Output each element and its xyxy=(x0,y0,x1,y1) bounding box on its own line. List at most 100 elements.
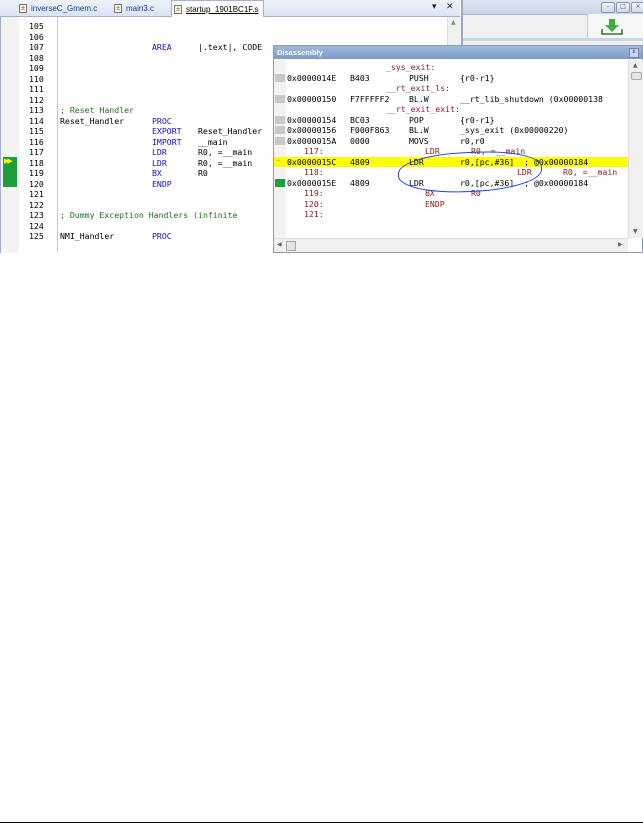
disasm-line: 0x0000014E B403 PUSH {r0-r1} xyxy=(274,73,628,83)
line-number: 115 xyxy=(29,126,44,136)
line-number: 108 xyxy=(29,52,44,63)
disasm-label-line: __rt_exit_ls: xyxy=(274,83,628,93)
disasm-mnemonic: BL.W xyxy=(409,93,429,104)
code-label: ; Reset Handler xyxy=(60,105,134,115)
code-mnemonic: AREA xyxy=(152,42,172,52)
disasm-source-line: 118: LDR R0, =__main xyxy=(274,167,628,177)
disasm-label-line: __rt_exit_exit: xyxy=(274,104,628,114)
close-window-icon[interactable]: × xyxy=(631,2,643,13)
disasm-address: 0x0000014E xyxy=(287,72,337,83)
source-operands: R0, =__main xyxy=(563,167,618,177)
disasm-operands: __rt_lib_shutdown (0x00000138 xyxy=(460,93,603,104)
line-number: 110 xyxy=(29,73,44,84)
scroll-thumb[interactable] xyxy=(286,241,296,251)
disasm-line: 0x00000154 BC03 POP {r0-r1} xyxy=(274,115,628,125)
disassembly-hscrollbar[interactable]: ◀ ▶ xyxy=(274,238,628,252)
scroll-thumb[interactable] xyxy=(631,72,642,80)
disasm-operands: _sys_exit (0x00000220) xyxy=(460,125,569,135)
line-number: 116 xyxy=(29,136,44,147)
code-mnemonic: IMPORT xyxy=(152,136,182,147)
code-operand: Reset_Handler xyxy=(198,126,263,136)
exec-marker xyxy=(275,178,285,187)
code-mnemonic: BX xyxy=(152,168,162,178)
right-panel-header: – □ × xyxy=(463,0,643,15)
line-number: 117 xyxy=(29,147,44,157)
disasm-opcode: BC03 xyxy=(350,114,370,125)
line-number: 105 xyxy=(29,21,44,31)
source-mnemonic: LDR xyxy=(517,167,532,177)
disassembly-vscrollbar[interactable]: ▲ ▼ xyxy=(628,60,643,238)
coverage-marker xyxy=(275,94,285,103)
disasm-source-line: 120: ENDP xyxy=(274,199,628,209)
line-number: 124 xyxy=(29,220,44,231)
code-line: 106 xyxy=(1,32,461,42)
disasm-symbol-label: _sys_exit: xyxy=(386,62,436,72)
file-icon: ± xyxy=(114,3,122,13)
disassembly-window[interactable]: Disassembly x _sys_exit: 0x0000014E B403 PU… xyxy=(273,45,643,253)
source-operands: R0, =__main xyxy=(471,146,526,156)
download-icon[interactable] xyxy=(600,18,624,36)
scroll-down-icon[interactable]: ▼ xyxy=(633,228,638,235)
scroll-up-icon[interactable]: ▲ xyxy=(451,19,456,26)
code-label: Reset_Handler xyxy=(60,115,125,126)
coverage-marker xyxy=(275,73,285,82)
line-number: 121 xyxy=(29,189,44,199)
disasm-symbol-label: __rt_exit_exit: xyxy=(386,104,460,114)
source-line-number: 119: xyxy=(304,188,324,198)
line-number: 111 xyxy=(29,84,44,94)
code-label: NMI_Handler xyxy=(60,231,115,241)
disasm-operands: {r0-r1} xyxy=(460,114,495,125)
disasm-operands: r0,[pc,#36] ; @0x00000184 xyxy=(460,177,589,188)
disasm-mnemonic: LDR xyxy=(409,156,424,167)
code-mnemonic: EXPORT xyxy=(152,126,182,136)
disasm-current-line: ➡ 0x0000015C 4809 LDR r0,[pc,#36] ; @0x00000… xyxy=(274,155,628,167)
disasm-address: 0x00000150 xyxy=(287,93,337,104)
disassembly-title: Disassembly xyxy=(277,48,323,57)
tab-main3[interactable]: ± main3.c xyxy=(112,1,158,15)
line-number: 120 xyxy=(29,178,44,189)
disasm-address: 0x00000156 xyxy=(287,125,337,135)
code-operand: |.text|, CODE xyxy=(198,42,263,52)
disasm-line: 0x0000015E 4809 LDR r0,[pc,#36] ; @0x000001… xyxy=(274,178,628,188)
source-line-number: 121: xyxy=(304,209,324,219)
disasm-address: 0x0000015E xyxy=(287,177,337,188)
source-mnemonic: LDR xyxy=(425,146,440,156)
close-icon[interactable]: x xyxy=(629,48,639,58)
line-number: 125 xyxy=(29,231,44,241)
line-number: 109 xyxy=(29,63,44,73)
coverage-marker xyxy=(275,136,285,145)
disasm-mnemonic: LDR xyxy=(409,177,424,188)
disasm-mnemonic: MOVS xyxy=(409,135,429,146)
coverage-marker xyxy=(275,126,285,134)
source-operands: R0 xyxy=(471,188,481,198)
arrow-right-icon: ➡ xyxy=(276,155,281,165)
code-operand: R0, =__main xyxy=(198,147,253,157)
tab-inversec-gmem[interactable]: ± inverseC_Gmem.c xyxy=(17,1,101,15)
minimize-icon[interactable]: – xyxy=(601,2,615,13)
tab-list-dropdown[interactable]: ▾ xyxy=(432,2,437,12)
source-mnemonic: BX xyxy=(425,188,435,198)
disasm-source-line: 121: xyxy=(274,209,628,219)
scroll-right-icon[interactable]: ▶ xyxy=(618,241,623,248)
disasm-mnemonic: BL.W xyxy=(409,125,429,135)
scroll-left-icon[interactable]: ◀ xyxy=(277,241,282,248)
disasm-mnemonic: POP xyxy=(409,114,424,125)
close-tab-icon[interactable]: ✕ xyxy=(446,2,454,12)
tab-startup[interactable]: ± startup_1901BC1F.s xyxy=(171,0,264,17)
line-number: 118 xyxy=(29,157,44,168)
source-line-number: 120: xyxy=(304,198,324,209)
source-line-number: 118: xyxy=(304,167,324,177)
page-bottom-rule xyxy=(0,822,643,823)
panel-divider xyxy=(463,38,643,41)
scroll-up-icon[interactable]: ▲ xyxy=(633,62,638,69)
disassembly-title-bar[interactable]: Disassembly x xyxy=(274,46,642,59)
editor-tab-bar: ± inverseC_Gmem.c ± main3.c ± startup_19… xyxy=(0,0,460,17)
disasm-opcode: 0000 xyxy=(350,135,370,146)
maximize-icon[interactable]: □ xyxy=(616,2,630,13)
disasm-address: 0x00000154 xyxy=(287,114,337,125)
disassembly-body[interactable]: _sys_exit: 0x0000014E B403 PUSH {r0-r1} __rt_… xyxy=(274,60,628,238)
line-number: 107 xyxy=(29,42,44,52)
code-operand: R0, =__main xyxy=(198,157,253,168)
line-number: 122 xyxy=(29,199,44,210)
disasm-symbol-label: __rt_exit_ls: xyxy=(386,83,451,93)
